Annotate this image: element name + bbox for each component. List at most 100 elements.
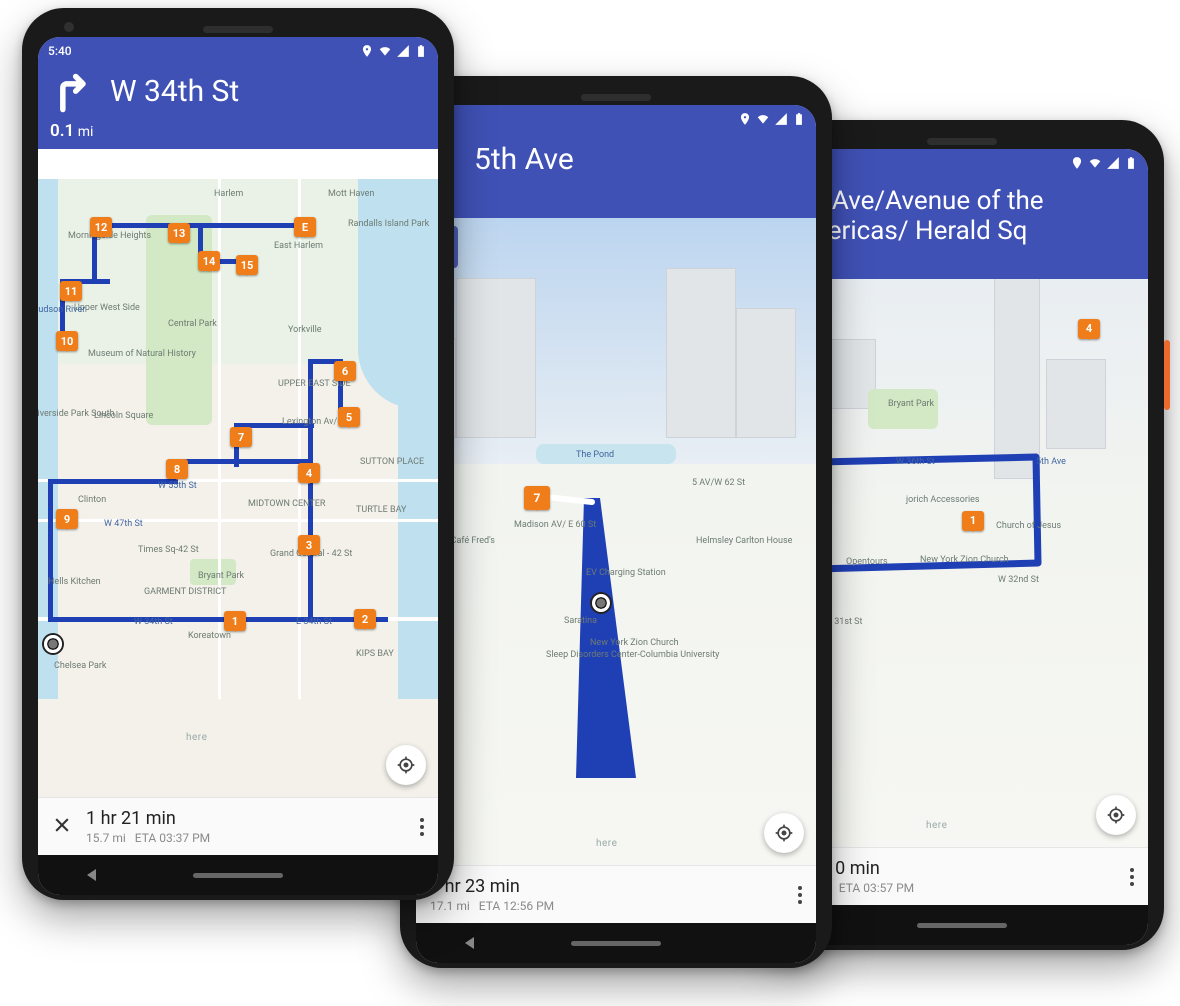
waypoint-marker[interactable]: 8 bbox=[166, 459, 188, 479]
waypoint-marker[interactable]: 6 bbox=[334, 361, 356, 381]
nav-distance-unit: mi bbox=[428, 180, 804, 196]
waypoint-marker[interactable]: 4 bbox=[298, 463, 320, 483]
straight-arrow-icon bbox=[93, 155, 107, 173]
street-name: W 34th St bbox=[110, 71, 426, 110]
map[interactable]: 7 The Pond5 AV/W 62 StMadison AV/ E 60 S… bbox=[416, 218, 816, 866]
map-label: E 34th St bbox=[296, 617, 332, 627]
status-bar bbox=[416, 105, 816, 133]
recenter-fab[interactable] bbox=[764, 813, 804, 853]
more-menu-button[interactable] bbox=[1130, 865, 1134, 889]
waypoint-marker[interactable]: 4 bbox=[1078, 319, 1100, 339]
wifi-icon bbox=[1088, 156, 1102, 170]
location-icon bbox=[1070, 156, 1084, 170]
waypoint-marker[interactable]: 7 bbox=[524, 486, 550, 510]
map-label: Chelsea Park bbox=[54, 661, 106, 671]
route-duration: 1 hr 21 min bbox=[86, 808, 210, 829]
map-label: Yorkville bbox=[288, 325, 322, 335]
map-label: Hudson River bbox=[38, 305, 85, 315]
status-time: 5:40 bbox=[48, 44, 72, 58]
turn-right-icon bbox=[50, 71, 94, 119]
status-icons bbox=[738, 112, 806, 126]
then-label: Then bbox=[50, 155, 83, 173]
route-summary-sheet[interactable]: 1 hr 23 min 17.1 mi ETA 12:56 PM bbox=[416, 865, 816, 923]
waypoint-marker[interactable]: 15 bbox=[236, 255, 258, 275]
map-label: Times Sq-42 St bbox=[138, 545, 199, 555]
waypoint-marker[interactable]: 1 bbox=[224, 611, 246, 631]
here-attribution: here bbox=[596, 838, 617, 849]
android-nav-bar[interactable] bbox=[38, 855, 438, 895]
nav-header[interactable]: 5th Ave mi bbox=[416, 133, 816, 218]
street-name: 5th Ave bbox=[474, 139, 804, 178]
more-menu-button[interactable] bbox=[798, 883, 802, 907]
close-button[interactable] bbox=[52, 815, 72, 839]
map-label: New York Zion Church bbox=[920, 555, 1009, 565]
map-label: Lincoln Square bbox=[94, 411, 153, 421]
map-label: Randalls Island Park bbox=[348, 219, 429, 229]
home-pill[interactable] bbox=[917, 923, 1007, 928]
more-menu-button[interactable] bbox=[420, 815, 424, 839]
battery-icon bbox=[792, 112, 806, 126]
here-attribution: here bbox=[926, 820, 947, 831]
route-summary-sheet[interactable]: 1 hr 21 min 15.7 mi ETA 03:37 PM bbox=[38, 797, 438, 855]
here-attribution: here bbox=[186, 732, 207, 743]
map-label: KIPS BAY bbox=[356, 649, 394, 659]
nav-header[interactable]: W 34th St 0.1 mi bbox=[38, 65, 438, 149]
nav-distance-unit: mi bbox=[788, 249, 1136, 265]
then-chip[interactable]: Then bbox=[38, 149, 438, 179]
recenter-fab[interactable] bbox=[386, 745, 426, 785]
signal-icon bbox=[774, 112, 788, 126]
gps-location-dot bbox=[592, 594, 610, 612]
map-label: W 47th St bbox=[104, 519, 143, 529]
screen-1: 5:40 W 34th St 0.1 mi The bbox=[38, 37, 438, 895]
map-label: Mott Haven bbox=[328, 189, 374, 199]
signal-icon bbox=[396, 44, 410, 58]
map-label: Bryant Park bbox=[198, 571, 244, 581]
waypoint-marker[interactable]: E bbox=[294, 217, 316, 237]
status-bar: 5:40 bbox=[38, 37, 438, 65]
map-label: New York Zion Church bbox=[590, 638, 679, 648]
map-label: TURTLE BAY bbox=[356, 505, 406, 515]
map-label: W 34th St bbox=[134, 617, 173, 627]
waypoint-marker[interactable]: 5 bbox=[338, 407, 360, 427]
status-icons bbox=[1070, 156, 1138, 170]
waypoint-marker[interactable]: 3 bbox=[298, 535, 320, 555]
waypoint-marker[interactable]: 10 bbox=[56, 331, 78, 351]
map-label: 5th Ave bbox=[1036, 457, 1066, 467]
waypoint-marker[interactable]: 2 bbox=[354, 609, 376, 629]
home-pill[interactable] bbox=[193, 873, 283, 878]
status-icons bbox=[360, 44, 428, 58]
android-nav-bar[interactable] bbox=[416, 923, 816, 963]
signal-icon bbox=[1106, 156, 1120, 170]
waypoint-marker[interactable]: 14 bbox=[198, 251, 220, 271]
map-label: Museum of Natural History bbox=[88, 349, 196, 359]
waypoint-marker[interactable]: 1 bbox=[962, 511, 984, 531]
waypoint-marker[interactable]: 7 bbox=[230, 427, 252, 447]
nav-distance: 0.1 mi bbox=[50, 121, 426, 141]
map-label: jorich Accessories bbox=[906, 495, 980, 505]
map[interactable]: HarlemMorningside HeightsEast HarlemMott… bbox=[38, 179, 438, 797]
map-label: 5 AV/W 62 St bbox=[692, 478, 745, 488]
map-label: Clinton bbox=[78, 495, 106, 505]
map-label: EV Charging Station bbox=[586, 568, 666, 578]
map-label: Sleep Disorders Center-Columbia Universi… bbox=[546, 650, 719, 660]
battery-icon bbox=[1124, 156, 1138, 170]
close-icon bbox=[52, 815, 72, 835]
waypoint-marker[interactable]: 12 bbox=[90, 217, 112, 237]
back-button[interactable] bbox=[465, 937, 474, 949]
home-pill[interactable] bbox=[571, 941, 661, 946]
location-icon bbox=[738, 112, 752, 126]
recenter-fab[interactable] bbox=[1096, 795, 1136, 835]
map-label: GARMENT DISTRICT bbox=[144, 587, 226, 597]
route-info: 1 hr 21 min 15.7 mi ETA 03:37 PM bbox=[86, 808, 210, 845]
waypoint-marker[interactable]: 9 bbox=[56, 509, 78, 529]
waypoint-marker[interactable]: 13 bbox=[168, 223, 190, 243]
waypoint-marker[interactable]: 11 bbox=[60, 281, 82, 301]
map-label: Madison AV/ E 60 St bbox=[514, 520, 596, 530]
crosshair-icon bbox=[774, 823, 794, 843]
map-label: W 32nd St bbox=[998, 575, 1039, 585]
phone-speaker bbox=[927, 138, 997, 145]
wifi-icon bbox=[378, 44, 392, 58]
back-button[interactable] bbox=[87, 869, 96, 881]
crosshair-icon bbox=[1106, 805, 1126, 825]
street-name: 6th Ave/Avenue of the Americas/ Herald S… bbox=[788, 183, 1136, 247]
